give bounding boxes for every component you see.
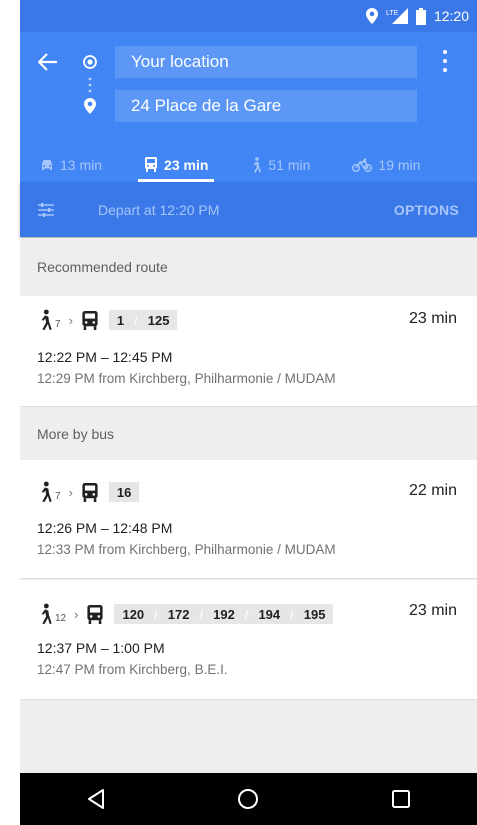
bus-line-badge: 1 [108, 310, 133, 330]
bus-icon [82, 310, 98, 330]
battery-icon [415, 7, 426, 25]
tab-cycling-label: 19 min [378, 156, 421, 173]
tab-cycling[interactable]: 19 min [352, 147, 420, 182]
travel-mode-tabs: 13 min 23 min 51 min 19 min [20, 147, 477, 182]
line-separator: / [288, 604, 296, 624]
nav-recents-button[interactable] [381, 779, 421, 819]
bus-line-badge: 125 [139, 310, 178, 330]
nav-recents-icon [391, 790, 410, 808]
walk-icon [253, 156, 262, 173]
bus-lines: 1 / 125 [108, 310, 178, 330]
tab-walking-label: 51 min [268, 156, 311, 173]
route-card[interactable]: 7 › 16 22 min 12:26 PM – 12:48 PM 12:33 … [20, 460, 477, 579]
route-departure-info: 12:29 PM from Kirchberg, Philharmonie / … [37, 371, 336, 386]
route-time-range: 12:37 PM – 1:00 PM [37, 640, 165, 656]
options-bar: Depart at 12:20 PM OPTIONS [20, 182, 477, 237]
bus-lines: 16 [108, 482, 140, 502]
chevron-right-icon: › [68, 484, 73, 500]
network-label: LTE [386, 10, 399, 17]
nav-back-icon [88, 789, 105, 809]
bike-icon [352, 157, 373, 172]
route-departure-info: 12:47 PM from Kirchberg, B.E.I. [37, 662, 228, 677]
walk-icon [41, 481, 52, 503]
walk-icon [41, 309, 52, 331]
route-duration: 23 min [408, 310, 457, 327]
overflow-menu-icon[interactable] [438, 48, 452, 74]
status-time: 12:20 [433, 8, 469, 24]
bus-line-badge: 120 [114, 604, 153, 624]
walk-minutes: 7 [55, 491, 61, 502]
origin-icon [80, 52, 100, 72]
nav-home-button[interactable] [228, 779, 268, 819]
back-button[interactable] [34, 48, 62, 76]
destination-pin-icon [80, 94, 100, 118]
route-card[interactable]: 7 › 1 / 125 23 min 12:22 PM – 12:45 PM 1… [20, 296, 477, 407]
nav-home-icon [238, 789, 259, 809]
section-more-by-bus: More by bus [20, 408, 477, 460]
route-departure-info: 12:33 PM from Kirchberg, Philharmonie / … [37, 542, 336, 557]
tab-transit[interactable]: 23 min [138, 147, 215, 182]
signal-icon: LTE [386, 8, 408, 24]
system-nav-bar [20, 773, 477, 825]
tab-transit-label: 23 min [164, 156, 209, 173]
bus-icon [87, 604, 104, 624]
destination-field[interactable]: 24 Place de la Gare [115, 90, 417, 122]
walk-minutes: 12 [55, 613, 67, 624]
route-dots-icon [88, 77, 92, 93]
route-steps: 7 › 1 / 125 [37, 306, 178, 334]
route-time-range: 12:26 PM – 12:48 PM [37, 520, 173, 536]
route-duration: 23 min [408, 602, 457, 619]
walk-icon [41, 603, 52, 625]
bus-line-badge: 192 [205, 604, 243, 624]
chevron-right-icon: › [68, 312, 73, 328]
chevron-right-icon: › [74, 606, 79, 622]
tab-driving-label: 13 min [60, 156, 103, 173]
route-card[interactable]: 12 › 120 / 172 / 192 / 194 / 195 23 min … [20, 580, 477, 700]
route-steps: 12 › 120 / 172 / 192 / 194 / 195 [37, 600, 334, 628]
bus-icon [82, 482, 98, 502]
car-icon [42, 159, 52, 170]
line-separator: / [132, 310, 140, 330]
line-separator: / [197, 604, 206, 624]
bus-line-badge: 16 [108, 482, 140, 502]
depart-time-button[interactable]: Depart at 12:20 PM [98, 202, 219, 218]
bus-icon [145, 157, 158, 172]
tab-walking[interactable]: 51 min [250, 147, 310, 182]
line-separator: / [242, 604, 251, 624]
tab-driving[interactable]: 13 min [40, 147, 102, 182]
line-separator: / [152, 604, 160, 624]
bus-line-badge: 172 [159, 604, 198, 624]
filter-sliders-icon[interactable] [37, 201, 55, 219]
left-edge [0, 0, 20, 825]
directions-header: Your location 24 Place de la Gare [20, 32, 477, 147]
route-duration: 22 min [408, 482, 457, 499]
status-bar: LTE 12:20 [20, 0, 477, 32]
nav-back-button[interactable] [76, 779, 116, 819]
origin-field[interactable]: Your location [115, 46, 417, 78]
back-arrow-icon [38, 53, 57, 71]
section-recommended: Recommended route [20, 238, 477, 296]
bus-line-badge: 195 [295, 604, 334, 624]
bus-line-badge: 194 [250, 604, 289, 624]
location-icon [365, 8, 378, 24]
options-button[interactable]: OPTIONS [394, 202, 459, 218]
route-time-range: 12:22 PM – 12:45 PM [37, 349, 173, 365]
bus-lines: 120 / 172 / 192 / 194 / 195 [114, 604, 334, 624]
route-steps: 7 › 16 [37, 478, 140, 506]
walk-minutes: 7 [55, 319, 61, 330]
